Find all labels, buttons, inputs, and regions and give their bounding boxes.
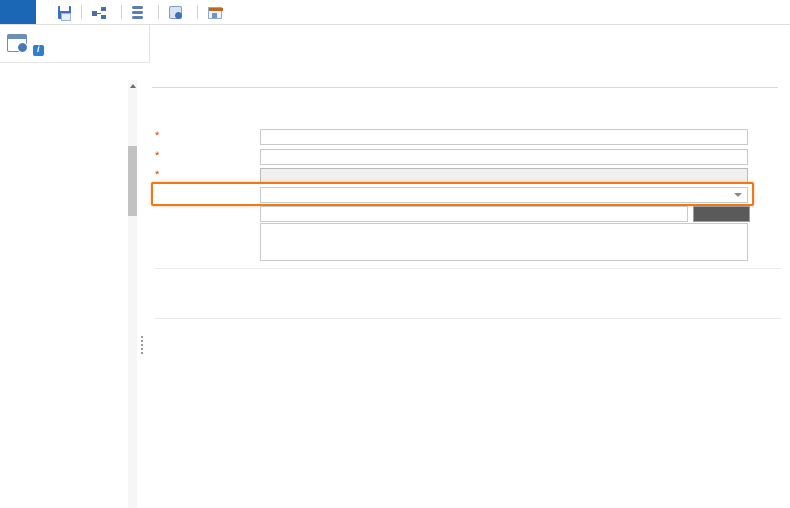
dependencies-icon <box>92 7 106 19</box>
toolbar-separator <box>158 5 159 19</box>
tree-scrollbar-thumb[interactable] <box>128 146 137 216</box>
entity-header <box>0 25 150 63</box>
scroll-up-arrow-icon[interactable] <box>130 84 136 88</box>
publish-button[interactable] <box>161 0 195 25</box>
name-label: * <box>155 169 159 181</box>
display-name-label: * <box>155 130 159 142</box>
required-marker: * <box>155 169 159 181</box>
plural-name-label: * <box>155 150 159 162</box>
required-marker: * <box>155 130 159 142</box>
toolbar-separator <box>121 5 122 19</box>
file-tab[interactable] <box>0 0 36 24</box>
toolbar-separator <box>81 5 82 19</box>
solution-bar <box>0 63 150 79</box>
appointment-entity-icon <box>7 34 27 52</box>
chevron-down-icon <box>734 193 742 197</box>
entity-information-window: * * * <box>0 0 790 508</box>
display-name-input[interactable] <box>260 129 748 145</box>
toolbar-spacer <box>36 0 50 24</box>
main-content-panel: * * * <box>145 63 790 508</box>
show-dependencies-button[interactable] <box>84 0 119 25</box>
ribbon-toolbar <box>0 0 790 25</box>
layers-icon <box>132 6 143 19</box>
description-textarea[interactable] <box>260 223 748 261</box>
section-divider <box>155 268 781 269</box>
tab-underline <box>152 87 778 88</box>
information-icon <box>33 45 44 56</box>
section-divider <box>155 318 781 319</box>
color-input[interactable] <box>260 206 688 222</box>
publish-icon <box>169 6 182 19</box>
plural-name-input[interactable] <box>260 149 748 165</box>
name-input[interactable] <box>260 168 748 184</box>
solution-layers-button[interactable] <box>124 0 156 25</box>
primary-image-select[interactable] <box>260 187 748 203</box>
required-marker: * <box>155 150 159 162</box>
tree-scrollbar[interactable] <box>128 80 137 508</box>
toolbar-separator <box>197 5 198 19</box>
save-button[interactable] <box>50 0 79 25</box>
entity-tree-panel[interactable] <box>0 80 140 508</box>
save-icon <box>58 6 71 19</box>
managed-properties-button[interactable] <box>200 0 235 25</box>
splitter-grip-icon <box>141 336 143 356</box>
properties-icon <box>208 7 222 19</box>
color-swatch[interactable] <box>693 206 750 222</box>
